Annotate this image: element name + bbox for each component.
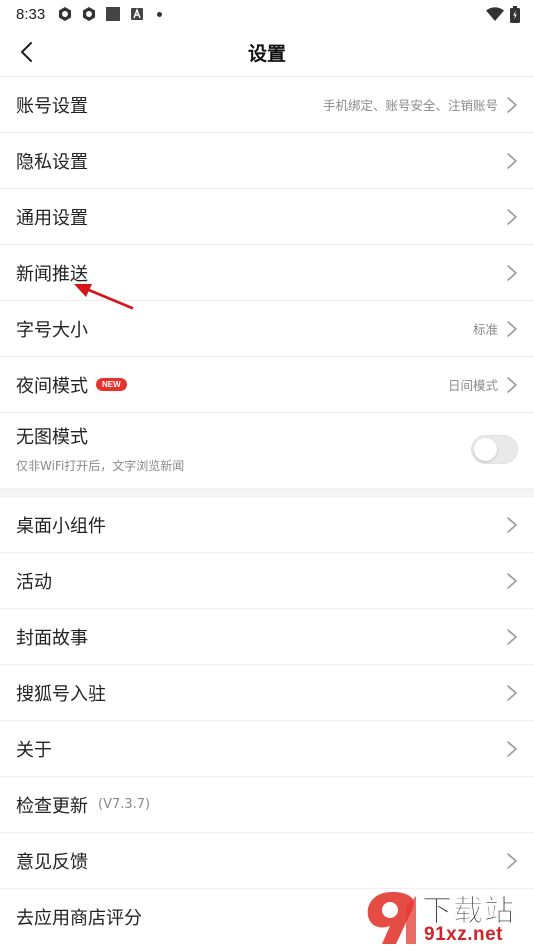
settings-item-night-mode[interactable]: 夜间模式 NEW 日间模式 — [0, 356, 534, 412]
dot-icon — [157, 11, 163, 17]
chevron-right-icon — [507, 740, 517, 757]
battery-icon — [510, 5, 520, 23]
settings-item-subtitle: 仅非WiFi打开后，文字浏览新闻 — [16, 459, 185, 473]
chevron-right-icon — [507, 264, 517, 281]
settings-item-label: 封面故事 — [16, 627, 88, 649]
settings-item-check-update[interactable]: 检查更新 (V7.3.7) — [0, 776, 534, 832]
chevron-right-icon — [507, 208, 517, 225]
watermark-logo-icon — [367, 892, 416, 944]
settings-item-sohu-account[interactable]: 搜狐号入驻 — [0, 664, 534, 720]
settings-item-hint: 标准 — [472, 322, 498, 337]
chevron-right-icon — [507, 376, 517, 393]
settings-item-label: 无图模式 — [16, 427, 88, 448]
settings-item-label: 账号设置 — [16, 95, 88, 117]
square-icon — [106, 7, 121, 21]
app-icon — [59, 7, 72, 21]
app-version: (V7.3.7) — [98, 797, 151, 812]
no-image-toggle[interactable] — [471, 435, 518, 464]
watermark-url: 91xz.net — [424, 924, 503, 945]
chevron-right-icon — [507, 852, 517, 869]
settings-item-label: 新闻推送 — [16, 263, 88, 285]
settings-item-label: 夜间模式 — [16, 375, 88, 397]
settings-item-hint: 日间模式 — [447, 378, 498, 393]
settings-item-label: 去应用商店评分 — [16, 907, 142, 929]
settings-item-feedback[interactable]: 意见反馈 — [0, 832, 534, 888]
settings-item-label: 关于 — [16, 739, 52, 761]
settings-item-label: 字号大小 — [16, 319, 88, 341]
status-bar: 8:33 — [0, 0, 534, 28]
toggle-knob — [474, 438, 497, 461]
header: 设置 — [0, 28, 534, 76]
settings-item-activity[interactable]: 活动 — [0, 552, 534, 608]
back-button[interactable] — [10, 36, 42, 68]
chevron-right-icon — [507, 628, 517, 645]
system-icons — [486, 5, 520, 23]
chevron-right-icon — [507, 96, 517, 113]
settings-item-label: 桌面小组件 — [16, 515, 106, 537]
settings-item-about[interactable]: 关于 — [0, 720, 534, 776]
settings-item-hint: 手机绑定、账号安全、注销账号 — [322, 98, 498, 113]
settings-item-font-size[interactable]: 字号大小 标准 — [0, 300, 534, 356]
settings-item-cover-story[interactable]: 封面故事 — [0, 608, 534, 664]
chevron-right-icon — [507, 684, 517, 701]
chevron-right-icon — [507, 572, 517, 589]
settings-item-privacy[interactable]: 隐私设置 — [0, 132, 534, 188]
settings-item-account[interactable]: 账号设置 手机绑定、账号安全、注销账号 — [0, 76, 534, 132]
settings-item-label: 通用设置 — [16, 207, 88, 229]
new-badge: NEW — [96, 378, 127, 391]
notification-icons — [57, 6, 163, 22]
status-time: 8:33 — [16, 5, 46, 23]
settings-item-label: 隐私设置 — [16, 151, 88, 173]
chevron-right-icon — [507, 516, 517, 533]
settings-item-general[interactable]: 通用设置 — [0, 188, 534, 244]
app-icon — [83, 7, 96, 21]
settings-item-news-push[interactable]: 新闻推送 — [0, 244, 534, 300]
chevron-right-icon — [507, 320, 517, 337]
section-divider — [0, 488, 534, 496]
watermark: 下载站 91xz.net — [362, 886, 534, 950]
chevron-left-icon — [21, 42, 32, 62]
settings-item-label: 活动 — [16, 571, 52, 593]
chevron-right-icon — [507, 152, 517, 169]
settings-item-label: 检查更新 — [16, 795, 88, 817]
wifi-icon — [486, 7, 504, 21]
settings-item-widget[interactable]: 桌面小组件 — [0, 496, 534, 552]
page-title: 设置 — [247, 42, 286, 65]
a-icon — [131, 8, 144, 20]
settings-list: 账号设置 手机绑定、账号安全、注销账号 隐私设置 通用设置 新闻推送 字号大小 … — [0, 76, 534, 944]
settings-item-label: 搜狐号入驻 — [16, 683, 106, 705]
settings-item-label: 意见反馈 — [16, 851, 88, 873]
settings-item-no-image-mode: 无图模式 仅非WiFi打开后，文字浏览新闻 — [0, 412, 534, 488]
